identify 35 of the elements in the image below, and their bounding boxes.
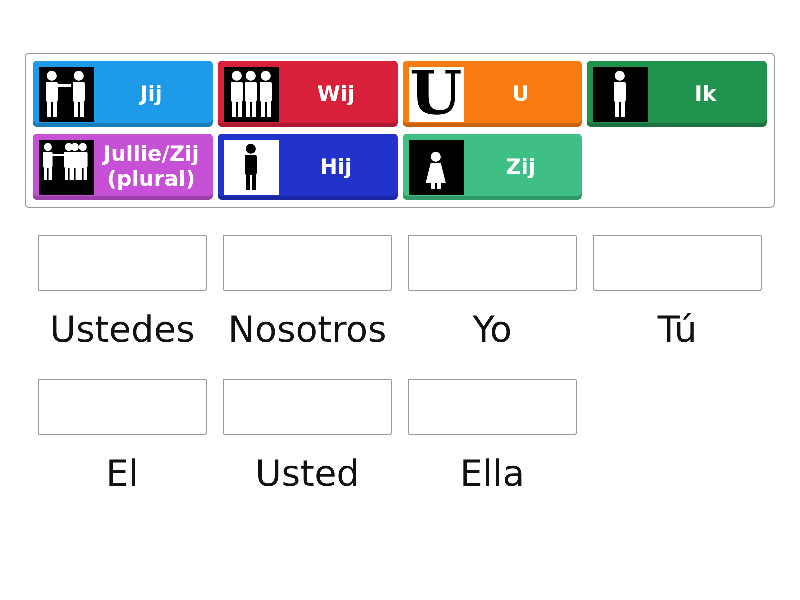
- tile-label: U: [511, 82, 530, 106]
- drop-box[interactable]: [223, 379, 392, 435]
- drop-box[interactable]: [593, 235, 762, 291]
- drop-box[interactable]: [38, 235, 207, 291]
- girl-icon: [408, 140, 464, 194]
- drop-box[interactable]: [38, 379, 207, 435]
- target-label: Tú: [658, 309, 698, 353]
- drop-box[interactable]: [408, 235, 577, 291]
- letter-icon: U: [408, 66, 464, 122]
- word-tile[interactable]: Zij: [402, 134, 582, 200]
- word-tile[interactable]: Hij: [218, 134, 398, 200]
- target-label: Yo: [472, 309, 512, 353]
- word-tile[interactable]: Jij: [33, 61, 213, 127]
- target-label: Usted: [255, 453, 360, 497]
- tile-label: Wij: [316, 82, 356, 106]
- drop-box[interactable]: [223, 235, 392, 291]
- target-label: Ustedes: [50, 309, 196, 353]
- word-tile[interactable]: Jullie/Zij (plural): [33, 134, 213, 200]
- pointing-people-icon: [39, 140, 94, 194]
- target-label: Ella: [460, 453, 525, 497]
- word-tile[interactable]: Wij: [218, 61, 398, 127]
- group-icon: [224, 66, 279, 122]
- tile-label: Hij: [319, 154, 354, 180]
- word-tile[interactable]: U U: [402, 61, 582, 127]
- person-icon: [593, 66, 648, 122]
- tile-label: Jullie/Zij (plural): [101, 142, 200, 192]
- pointing-people-icon: [39, 66, 94, 122]
- tile-label: Jij: [138, 82, 164, 106]
- man-icon: [224, 140, 279, 194]
- target-label: El: [106, 453, 139, 497]
- word-tile[interactable]: Ik: [587, 61, 767, 127]
- target-label: Nosotros: [228, 309, 387, 353]
- drop-box[interactable]: [408, 379, 577, 435]
- tile-label: Ik: [694, 82, 718, 106]
- tile-label: Zij: [505, 154, 537, 180]
